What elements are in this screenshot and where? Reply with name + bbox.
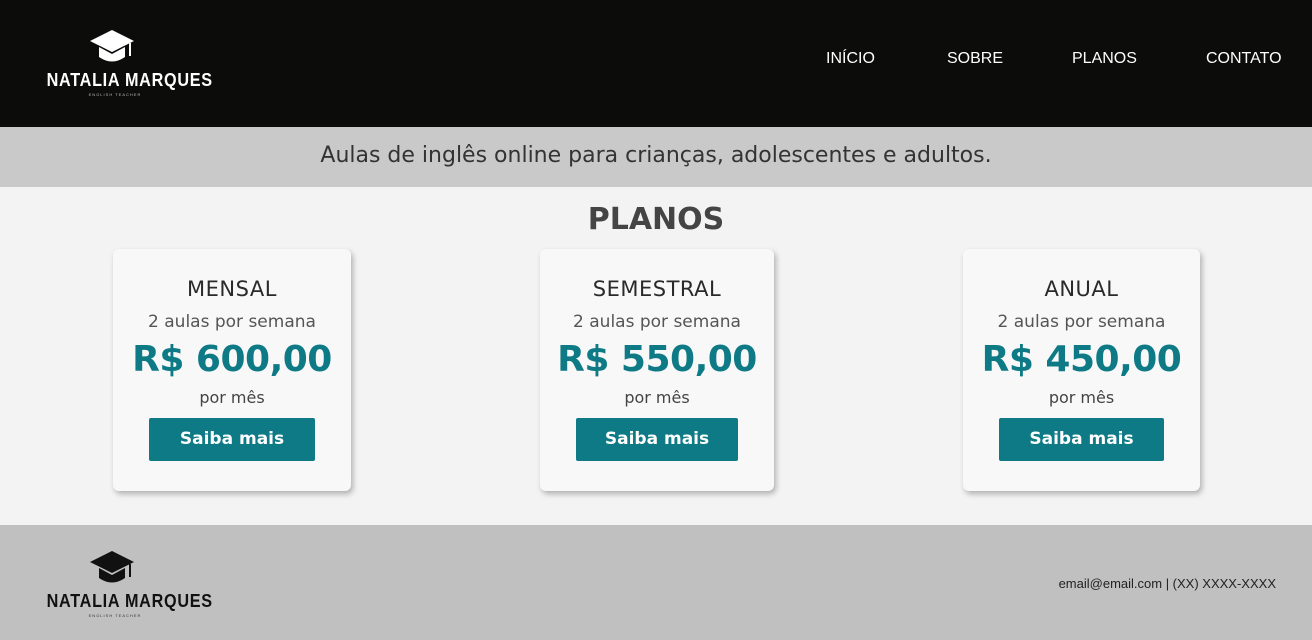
graduation-cap-icon xyxy=(90,551,134,583)
plan-frequency: 2 aulas por semana xyxy=(573,312,741,332)
plan-card-semestral: SEMESTRAL 2 aulas por semana R$ 550,00 p… xyxy=(540,249,774,491)
nav-planos[interactable]: PLANOS xyxy=(1072,50,1137,68)
plan-frequency: 2 aulas por semana xyxy=(997,312,1166,332)
plan-name: ANUAL xyxy=(1044,277,1119,301)
brand-tagline: ENGLISH TEACHER xyxy=(88,613,142,618)
plan-price: R$ 600,00 xyxy=(132,339,332,380)
tagline-bar: Aulas de inglês online para crianças, ad… xyxy=(0,127,1312,187)
tagline-text: Aulas de inglês online para crianças, ad… xyxy=(320,143,992,168)
site-footer: NATALIA MARQUES ENGLISH TEACHER email@em… xyxy=(0,525,1312,640)
nav-inicio[interactable]: INÍCIO xyxy=(826,50,875,68)
saiba-mais-button-anual[interactable]: Saiba mais xyxy=(999,418,1164,461)
plan-frequency: 2 aulas por semana xyxy=(148,312,316,332)
plan-period: por mês xyxy=(1048,388,1115,407)
plan-price: R$ 550,00 xyxy=(557,339,757,380)
footer-logo[interactable]: NATALIA MARQUES ENGLISH TEACHER xyxy=(39,549,213,619)
site-header: NATALIA MARQUES ENGLISH TEACHER INÍCIO S… xyxy=(0,0,1312,127)
brand-name: NATALIA MARQUES xyxy=(46,591,213,611)
saiba-mais-button-semestral[interactable]: Saiba mais xyxy=(576,418,738,461)
nav-sobre[interactable]: SOBRE xyxy=(947,50,1003,68)
plan-name: MENSAL xyxy=(187,277,277,301)
contact-info: email@email.com | (XX) XXXX-XXXX xyxy=(1058,576,1276,591)
nav-contato[interactable]: CONTATO xyxy=(1206,50,1282,68)
plan-card-mensal: MENSAL 2 aulas por semana R$ 600,00 por … xyxy=(113,249,351,491)
plan-price: R$ 450,00 xyxy=(981,339,1182,380)
plan-card-anual: ANUAL 2 aulas por semana R$ 450,00 por m… xyxy=(963,249,1200,491)
plan-period: por mês xyxy=(624,388,690,407)
saiba-mais-button-mensal[interactable]: Saiba mais xyxy=(149,418,315,461)
plan-name: SEMESTRAL xyxy=(592,277,722,301)
brand-tagline: ENGLISH TEACHER xyxy=(88,92,142,97)
main-nav: INÍCIO SOBRE PLANOS CONTATO xyxy=(0,50,1312,74)
plan-period: por mês xyxy=(199,388,265,407)
plans-title: PLANOS xyxy=(587,202,725,237)
